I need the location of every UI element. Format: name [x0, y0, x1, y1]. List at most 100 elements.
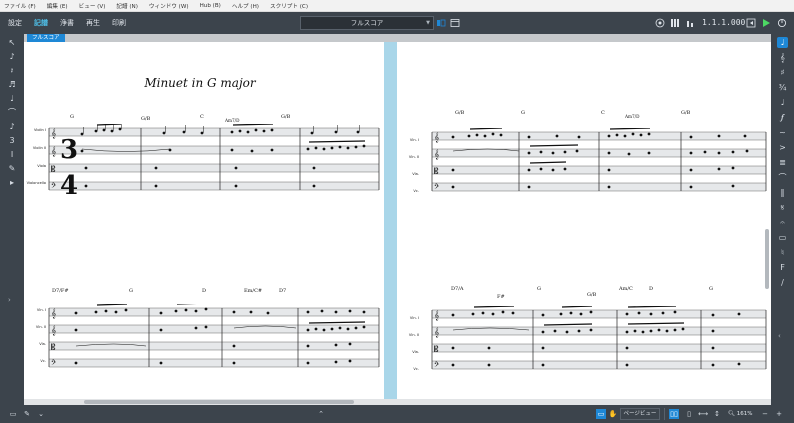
tab-play[interactable]: 再生: [80, 12, 106, 34]
chord-symbol[interactable]: G: [537, 286, 541, 292]
lyrics-icon[interactable]: ▭: [777, 232, 788, 243]
spread-view-icon[interactable]: ▯▯: [669, 409, 679, 419]
scroll-horizontal-icon[interactable]: ⟷: [698, 409, 708, 419]
articulations-icon[interactable]: >: [777, 142, 788, 153]
select-icon[interactable]: ▸: [7, 178, 17, 188]
menu-hub[interactable]: Hub (B): [200, 3, 221, 9]
chord-symbol[interactable]: D7/A: [451, 286, 464, 292]
chevron-left-icon[interactable]: ‹: [778, 332, 781, 340]
record-icon[interactable]: [777, 18, 787, 28]
notes-panel-icon[interactable]: ♩: [777, 37, 788, 48]
chord-symbol[interactable]: Am7/D: [625, 114, 639, 119]
hand-tool-icon[interactable]: ✋: [608, 409, 618, 419]
chord-symbols-icon[interactable]: ♮: [777, 247, 788, 258]
chord-symbol[interactable]: D7: [279, 288, 286, 294]
insert-icon[interactable]: I: [7, 150, 17, 160]
menu-script[interactable]: スクリプト (C): [270, 2, 308, 10]
time-signature-bottom[interactable]: 4: [60, 171, 78, 200]
chord-symbol[interactable]: G: [70, 114, 74, 120]
chord-symbol[interactable]: G/B: [587, 292, 596, 298]
hide-left-panel-icon[interactable]: ▭: [8, 409, 18, 419]
tab-print[interactable]: 印刷: [106, 12, 132, 34]
tab-setup[interactable]: 設定: [2, 12, 28, 34]
ornaments-icon[interactable]: ~: [777, 127, 788, 138]
rest-icon[interactable]: 𝄽: [7, 66, 17, 76]
chord-symbol[interactable]: G/B: [281, 114, 290, 120]
system-1[interactable]: Violin I Violin II Viola Violoncello G G…: [24, 114, 384, 204]
repeat-icon[interactable]: 𝄋: [777, 202, 788, 213]
zoom-level[interactable]: 🔍︎ 161%: [728, 408, 758, 420]
edit-focus-icon[interactable]: ✎: [22, 409, 32, 419]
chord-icon[interactable]: ♬: [7, 80, 17, 90]
chord-symbol[interactable]: C: [601, 110, 605, 116]
lock-icon[interactable]: ♩: [7, 94, 17, 104]
tempo-icon[interactable]: ♩: [777, 97, 788, 108]
layout-name-tab[interactable]: フルスコア: [27, 34, 65, 42]
chord-symbol[interactable]: D: [202, 288, 206, 294]
chord-symbol[interactable]: C: [200, 114, 204, 120]
barlines-icon[interactable]: ‖: [777, 187, 788, 198]
zoom-out-icon[interactable]: −: [760, 409, 770, 419]
score-page-2[interactable]: Vln. I Vln. II Vla. Vc. G/B G C Am7/D G/…: [397, 42, 771, 405]
playing-techniques-icon[interactable]: ⌒: [777, 172, 788, 183]
chord-symbol[interactable]: G/B: [681, 110, 690, 116]
rewind-icon[interactable]: [746, 18, 756, 28]
view-type-selector[interactable]: ページビュー: [620, 408, 660, 420]
single-page-icon[interactable]: ▯: [684, 409, 694, 419]
tab-write[interactable]: 記譜: [28, 12, 54, 34]
slur-icon[interactable]: ⌒: [7, 108, 17, 118]
menu-notation[interactable]: 記譜 (N): [116, 2, 138, 10]
chord-symbol[interactable]: F#: [497, 294, 505, 300]
chord-symbol[interactable]: Em/C#: [244, 288, 262, 294]
score-canvas[interactable]: フルスコア Minuet in G major Violin I Violin …: [24, 34, 771, 405]
menu-file[interactable]: ファイル (F): [4, 2, 36, 10]
time-signature-top[interactable]: 3: [60, 135, 78, 165]
chord-symbol[interactable]: D: [649, 286, 653, 292]
menu-help[interactable]: ヘルプ (H): [232, 2, 259, 10]
system-3[interactable]: Vln. I Vln. II Vla. Vc. G/B G C Am7/D G/…: [397, 110, 771, 210]
time-signature-icon[interactable]: ¾: [777, 82, 788, 93]
note-input-icon[interactable]: ♪: [7, 52, 17, 62]
chord-symbol[interactable]: G: [129, 288, 133, 294]
page-view-icon[interactable]: ▭: [596, 409, 606, 419]
mixer-icon[interactable]: [655, 18, 665, 28]
chord-symbol[interactable]: Am/C: [619, 286, 633, 292]
key-signature-icon[interactable]: ♯: [777, 67, 788, 78]
menu-window[interactable]: ウィンドウ (W): [149, 2, 189, 10]
play-icon[interactable]: [761, 18, 771, 28]
clefs-icon[interactable]: 𝄞: [777, 52, 788, 63]
chevron-right-icon[interactable]: ›: [8, 296, 11, 304]
tuplet-icon[interactable]: 3: [7, 136, 17, 146]
arpeggio-icon[interactable]: ≣: [777, 157, 788, 168]
dynamics-icon[interactable]: 𝆑: [777, 112, 788, 123]
window-layout-icon[interactable]: [450, 18, 460, 28]
score-page-1[interactable]: Minuet in G major Violin I Violin II Vio…: [24, 42, 384, 405]
chord-symbol[interactable]: D7/F#: [52, 288, 69, 294]
galley-view-icon[interactable]: [436, 18, 446, 28]
lines-icon[interactable]: ∕: [777, 277, 788, 288]
chord-symbol[interactable]: G/B: [141, 116, 150, 122]
fingering-icon[interactable]: F: [777, 262, 788, 273]
metronome-icon[interactable]: [685, 18, 695, 28]
chord-symbol[interactable]: G: [521, 110, 525, 116]
chevron-up-icon[interactable]: ⌃: [316, 409, 326, 419]
system-4[interactable]: Vln. I Vln. II Vla. Vc. D7/A F# G G/B Am…: [397, 286, 771, 386]
scroll-vertical-icon[interactable]: ↕: [712, 409, 722, 419]
pen-icon[interactable]: ✎: [7, 164, 17, 174]
chord-symbol[interactable]: G/B: [455, 110, 464, 116]
chord-symbol[interactable]: G: [709, 286, 713, 292]
menu-view[interactable]: ビュー (V): [79, 2, 106, 10]
keyboard-icon[interactable]: [670, 18, 680, 28]
pointer-icon[interactable]: ↖: [7, 38, 17, 48]
menu-edit[interactable]: 編集 (E): [47, 2, 68, 10]
holds-icon[interactable]: 𝄐: [777, 217, 788, 228]
grace-note-icon[interactable]: ♪: [7, 122, 17, 132]
system-2[interactable]: Vln. I Vln. II Vla. Vc. D7/F# G D Em/C# …: [24, 288, 384, 378]
tab-engrave[interactable]: 浄書: [54, 12, 80, 34]
chord-symbol[interactable]: Am7/D: [225, 118, 239, 123]
layout-selector[interactable]: フルスコア ▼: [300, 16, 434, 30]
zoom-in-icon[interactable]: +: [774, 409, 784, 419]
chevron-down-icon[interactable]: ⌄: [36, 409, 46, 419]
vertical-scrollbar-thumb[interactable]: [765, 229, 769, 289]
horizontal-scrollbar-thumb[interactable]: [84, 400, 354, 404]
